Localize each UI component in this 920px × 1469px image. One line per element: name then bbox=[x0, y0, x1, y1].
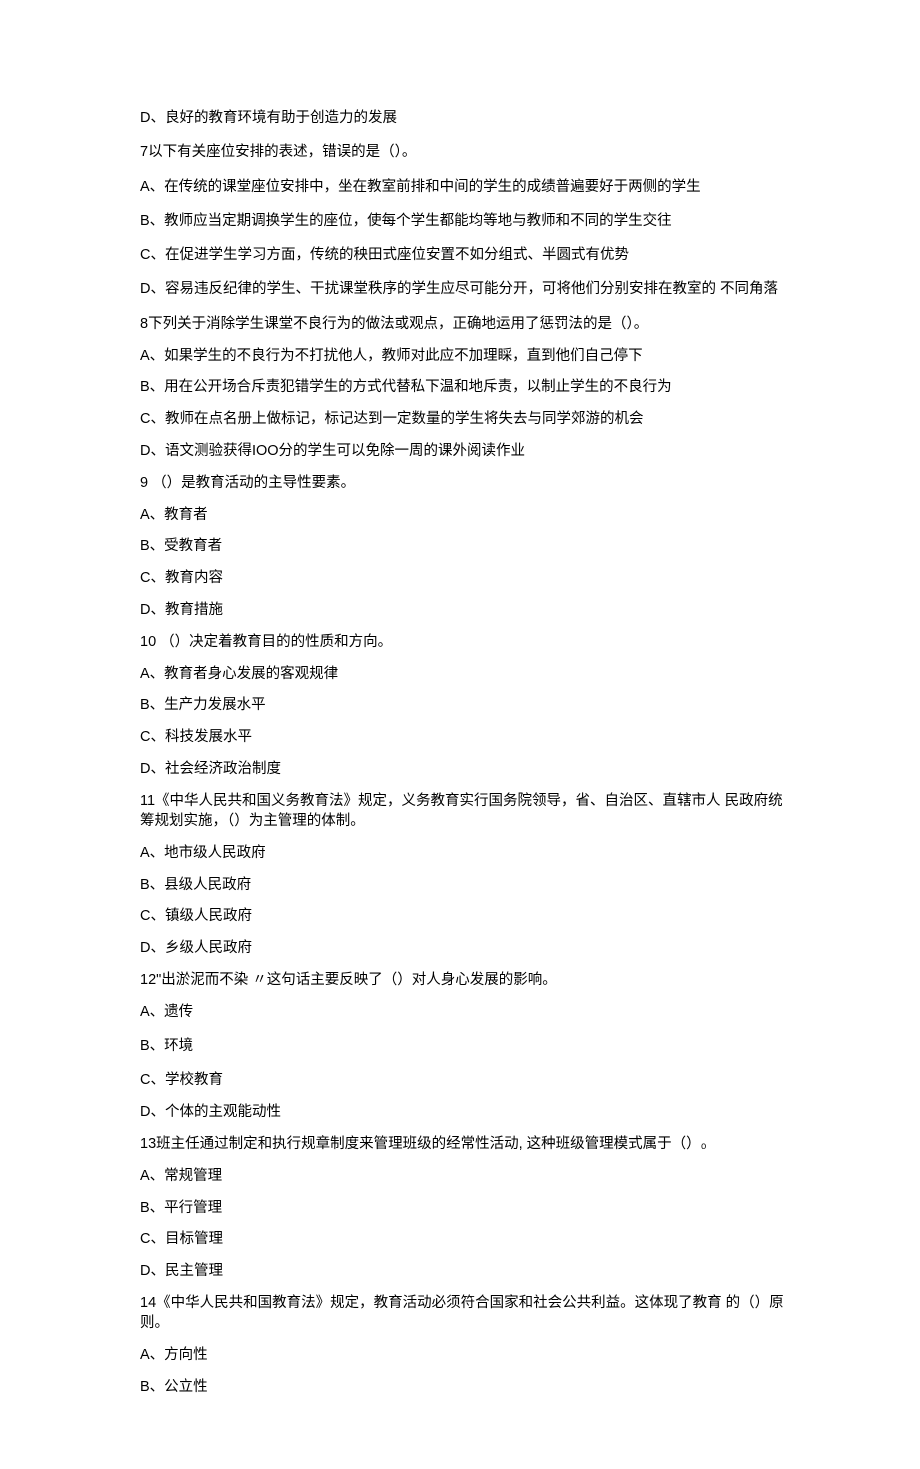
text-line-q11: 11《中华人民共和国义务教育法》规定，义务教育实行国务院领导，省、自治区、直辖市… bbox=[140, 791, 795, 832]
text-line-q12-a: A、遗传 bbox=[140, 1002, 795, 1022]
text-line-q6-d: D、良好的教育环境有助于创造力的发展 bbox=[140, 108, 795, 128]
text-line-q13: 13班主任通过制定和执行规章制度来管理班级的经常性活动, 这种班级管理模式属于（… bbox=[140, 1134, 795, 1154]
text-line-q10: 10 （）决定着教育目的的性质和方向。 bbox=[140, 632, 795, 652]
text-line-q7-b: B、教师应当定期调换学生的座位，使每个学生都能均等地与教师和不同的学生交往 bbox=[140, 211, 795, 231]
text-line-q8-b: B、用在公开场合斥责犯错学生的方式代替私下温和地斥责，以制止学生的不良行为 bbox=[140, 377, 795, 397]
text-line-q7-a: A、在传统的课堂座位安排中，坐在教室前排和中间的学生的成绩普遍要好于两侧的学生 bbox=[140, 177, 795, 197]
text-line-q7-d: D、容易违反纪律的学生、干扰课堂秩序的学生应尽可能分开，可将他们分别安排在教室的… bbox=[140, 279, 795, 299]
text-line-q11-b: B、县级人民政府 bbox=[140, 875, 795, 895]
text-line-q10-a: A、教育者身心发展的客观规律 bbox=[140, 664, 795, 684]
text-line-q13-a: A、常规管理 bbox=[140, 1166, 795, 1186]
text-line-q8-d: D、语文测验获得IOO分的学生可以免除一周的课外阅读作业 bbox=[140, 441, 795, 461]
text-line-q12: 12"出淤泥而不染 〃这句话主要反映了（）对人身心发展的影响。 bbox=[140, 970, 795, 990]
text-line-q9-a: A、教育者 bbox=[140, 505, 795, 525]
text-line-q10-c: C、科技发展水平 bbox=[140, 727, 795, 747]
text-line-q8-a: A、如果学生的不良行为不打扰他人，教师对此应不加理睬，直到他们自己停下 bbox=[140, 346, 795, 366]
text-line-q14-a: A、方向性 bbox=[140, 1345, 795, 1365]
text-line-q8-c: C、教师在点名册上做标记，标记达到一定数量的学生将失去与同学郊游的机会 bbox=[140, 409, 795, 429]
text-line-q9-c: C、教育内容 bbox=[140, 568, 795, 588]
text-line-q9-b: B、受教育者 bbox=[140, 536, 795, 556]
text-line-q13-d: D、民主管理 bbox=[140, 1261, 795, 1281]
text-line-q12-b: B、环境 bbox=[140, 1036, 795, 1056]
text-line-q8: 8下列关于消除学生课堂不良行为的做法或观点，正确地运用了惩罚法的是（）。 bbox=[140, 314, 795, 334]
text-line-q14: 14《中华人民共和国教育法》规定，教育活动必须符合国家和社会公共利益。这体现了教… bbox=[140, 1293, 795, 1334]
text-line-q9: 9 （）是教育活动的主导性要素。 bbox=[140, 473, 795, 493]
text-line-q12-c: C、学校教育 bbox=[140, 1070, 795, 1090]
text-line-q13-b: B、平行管理 bbox=[140, 1198, 795, 1218]
document-body: D、良好的教育环境有助于创造力的发展 7以下有关座位安排的表述，错误的是（）。 A、… bbox=[140, 108, 795, 1397]
text-line-q12-d: D、个体的主观能动性 bbox=[140, 1102, 795, 1122]
text-line-q9-d: D、教育措施 bbox=[140, 600, 795, 620]
text-line-q13-c: C、目标管理 bbox=[140, 1229, 795, 1249]
text-line-q11-a: A、地市级人民政府 bbox=[140, 843, 795, 863]
text-line-q7: 7以下有关座位安排的表述，错误的是（）。 bbox=[140, 142, 795, 162]
text-line-q10-d: D、社会经济政治制度 bbox=[140, 759, 795, 779]
text-line-q14-b: B、公立性 bbox=[140, 1377, 795, 1397]
text-line-q10-b: B、生产力发展水平 bbox=[140, 695, 795, 715]
text-line-q11-d: D、乡级人民政府 bbox=[140, 938, 795, 958]
text-line-q7-c: C、在促进学生学习方面，传统的秧田式座位安置不如分组式、半圆式有优势 bbox=[140, 245, 795, 265]
text-line-q11-c: C、镇级人民政府 bbox=[140, 906, 795, 926]
